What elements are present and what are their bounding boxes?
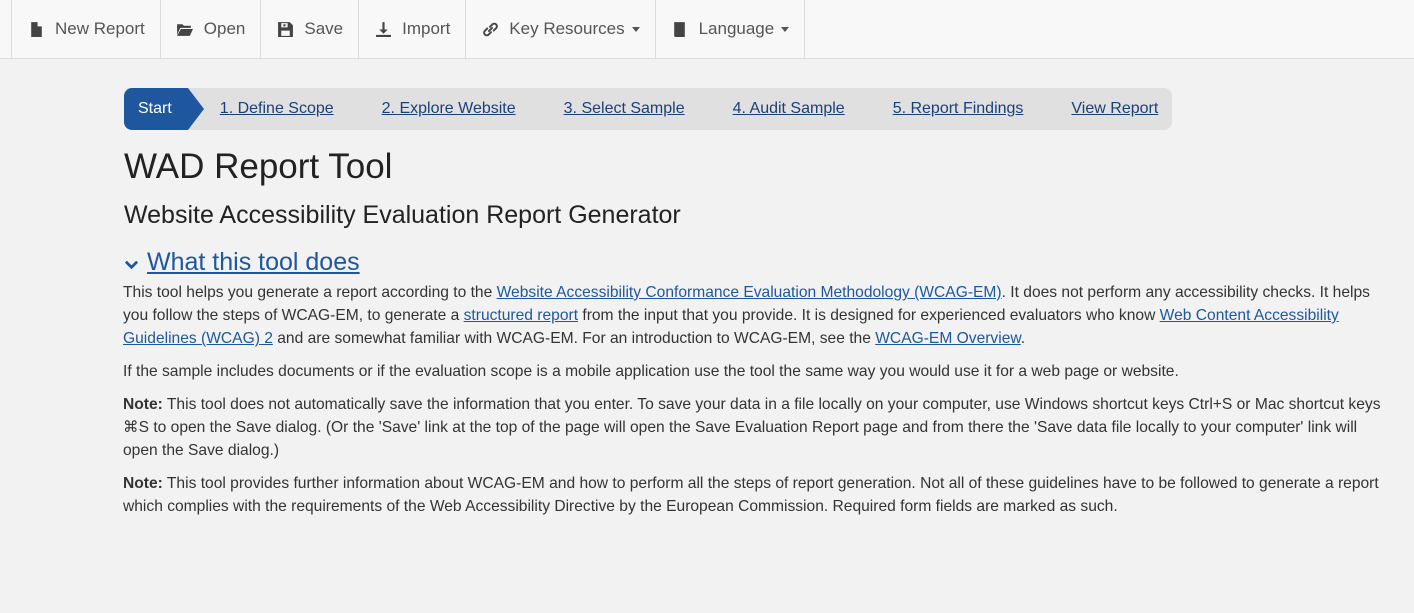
toggle-label: What this tool does: [147, 248, 360, 276]
import-icon: [374, 20, 392, 38]
step-define-scope[interactable]: 1. Define Scope: [187, 88, 366, 130]
step-report-findings-link[interactable]: 5. Report Findings: [893, 100, 1024, 118]
folder-open-icon: [176, 20, 194, 38]
toolbar: New Report Open Save Import Key Resource…: [0, 0, 1414, 59]
step-start-label: Start: [138, 100, 172, 117]
step-select-sample-link[interactable]: 3. Select Sample: [564, 100, 685, 118]
intro-section: This tool helps you generate a report ac…: [123, 281, 1387, 518]
caret-down-icon: [631, 26, 640, 32]
open-button[interactable]: Open: [159, 0, 261, 58]
step-view-report-link[interactable]: View Report: [1071, 100, 1158, 118]
save-note-text: This tool does not automatically save th…: [123, 396, 1381, 459]
open-label: Open: [203, 19, 246, 38]
page-subtitle: Website Accessibility Evaluation Report …: [124, 201, 681, 229]
language-dropdown[interactable]: Language: [654, 0, 806, 58]
step-audit-sample[interactable]: 4. Audit Sample: [700, 88, 877, 130]
scope-paragraph: If the sample includes documents or if t…: [123, 363, 1179, 380]
step-explore-website-link[interactable]: 2. Explore Website: [382, 100, 516, 118]
intro-text-1: This tool helps you generate a report ac…: [123, 284, 497, 301]
save-note-paragraph: Note: This tool does not automatically s…: [123, 393, 1387, 462]
language-label: Language: [698, 19, 775, 38]
step-explore-website[interactable]: 2. Explore Website: [349, 88, 548, 130]
caret-down-icon: [781, 26, 790, 32]
step-view-report[interactable]: View Report: [1039, 88, 1173, 130]
wcag-em-overview-link[interactable]: WCAG-EM Overview: [875, 330, 1021, 347]
intro-text-3: from the input that you provide. It is d…: [578, 307, 1160, 324]
step-audit-sample-link[interactable]: 4. Audit Sample: [733, 100, 845, 118]
note-label: Note:: [123, 475, 163, 492]
step-define-scope-link[interactable]: 1. Define Scope: [220, 100, 334, 118]
key-resources-label: Key Resources: [509, 19, 625, 38]
key-resources-dropdown[interactable]: Key Resources: [465, 0, 654, 58]
step-navigation: Start 1. Define Scope 2. Explore Website…: [124, 88, 1394, 130]
link-icon: [481, 20, 499, 38]
step-select-sample[interactable]: 3. Select Sample: [531, 88, 717, 130]
intro-paragraph: This tool helps you generate a report ac…: [123, 281, 1387, 350]
save-icon: [276, 20, 294, 38]
intro-text-5: .: [1020, 330, 1026, 347]
chevron-down-icon: [124, 260, 139, 269]
main-content: Start 1. Define Scope 2. Explore Website…: [0, 88, 1414, 518]
new-report-button[interactable]: New Report: [11, 0, 160, 58]
structured-report-link[interactable]: structured report: [464, 307, 578, 324]
save-label: Save: [304, 19, 344, 38]
wcag-em-link[interactable]: Website Accessibility Conformance Evalua…: [497, 284, 1002, 301]
guidelines-note-text: This tool provides further information a…: [123, 475, 1379, 515]
save-button[interactable]: Save: [260, 0, 358, 58]
step-start[interactable]: Start: [124, 88, 204, 130]
guidelines-note-paragraph: Note: This tool provides further informa…: [123, 472, 1387, 518]
book-icon: [671, 20, 689, 38]
new-report-label: New Report: [55, 19, 145, 38]
file-icon: [27, 20, 45, 38]
import-button[interactable]: Import: [358, 0, 465, 58]
what-this-tool-does-toggle[interactable]: What this tool does: [124, 248, 360, 277]
step-report-findings[interactable]: 5. Report Findings: [860, 88, 1056, 130]
import-label: Import: [402, 19, 451, 38]
intro-text-4: and are somewhat familiar with WCAG-EM. …: [272, 330, 876, 347]
note-label: Note:: [123, 396, 163, 413]
page-title: WAD Report Tool: [124, 147, 393, 186]
